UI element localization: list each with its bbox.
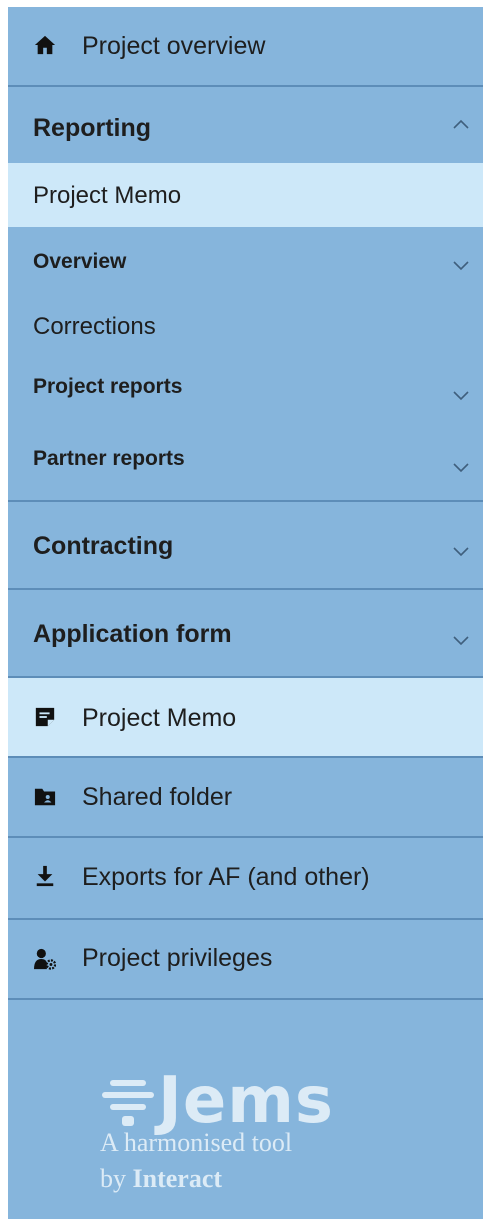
brand-name: Jems bbox=[158, 1064, 334, 1138]
divider bbox=[8, 998, 483, 1000]
jems-logo-icon bbox=[102, 1080, 154, 1126]
nav-item-label: Corrections bbox=[33, 313, 156, 340]
nav-item-label: Project reports bbox=[33, 375, 183, 398]
nav-project-overview-label: Project overview bbox=[82, 32, 266, 60]
nav-section-reporting[interactable]: Reporting bbox=[8, 87, 483, 163]
nav-reporting-overview[interactable]: Overview bbox=[8, 227, 483, 291]
brand-byline: by Interact bbox=[100, 1164, 222, 1194]
project-sidebar: Project overview Reporting Project Memo … bbox=[8, 7, 483, 1219]
memo-icon bbox=[35, 707, 55, 727]
section-application-form-label: Application form bbox=[33, 620, 232, 648]
chevron-down-icon bbox=[453, 636, 469, 646]
nav-project-privileges-label: Project privileges bbox=[82, 944, 273, 972]
nav-item-label: Overview bbox=[33, 250, 127, 273]
nav-item-label: Partner reports bbox=[33, 447, 185, 470]
nav-reporting-project-reports[interactable]: Project reports bbox=[8, 355, 483, 419]
chevron-up-icon bbox=[453, 119, 469, 129]
nav-reporting-project-memo[interactable]: Project Memo bbox=[8, 163, 483, 227]
nav-project-privileges[interactable]: Project privileges bbox=[8, 920, 483, 998]
nav-item-label: Project Memo bbox=[33, 182, 182, 209]
chevron-down-icon bbox=[453, 391, 469, 401]
brand-org: Interact bbox=[132, 1164, 223, 1193]
nav-exports-label: Exports for AF (and other) bbox=[82, 863, 370, 891]
section-contracting-label: Contracting bbox=[33, 532, 174, 560]
nav-shared-folder-label: Shared folder bbox=[82, 783, 233, 811]
brand-by: by bbox=[100, 1164, 126, 1193]
chevron-down-icon bbox=[453, 547, 469, 557]
nav-section-contracting[interactable]: Contracting bbox=[8, 502, 483, 588]
nav-exports[interactable]: Exports for AF (and other) bbox=[8, 838, 483, 918]
nav-project-overview[interactable]: Project overview bbox=[8, 7, 483, 85]
nav-section-application-form[interactable]: Application form bbox=[8, 590, 483, 676]
user-gear-icon bbox=[34, 948, 56, 970]
nav-reporting-partner-reports[interactable]: Partner reports bbox=[8, 419, 483, 499]
download-icon bbox=[36, 865, 54, 887]
nav-project-memo-label: Project Memo bbox=[82, 704, 237, 732]
nav-project-memo[interactable]: Project Memo bbox=[8, 678, 483, 756]
home-icon bbox=[34, 35, 56, 55]
nav-shared-folder[interactable]: Shared folder bbox=[8, 758, 483, 836]
folder-icon bbox=[34, 788, 56, 806]
nav-reporting-corrections[interactable]: Corrections bbox=[8, 291, 483, 355]
brand-tagline: A harmonised tool bbox=[100, 1128, 293, 1157]
section-reporting-label: Reporting bbox=[33, 114, 152, 142]
chevron-down-icon bbox=[453, 261, 469, 271]
chevron-down-icon bbox=[453, 463, 469, 473]
